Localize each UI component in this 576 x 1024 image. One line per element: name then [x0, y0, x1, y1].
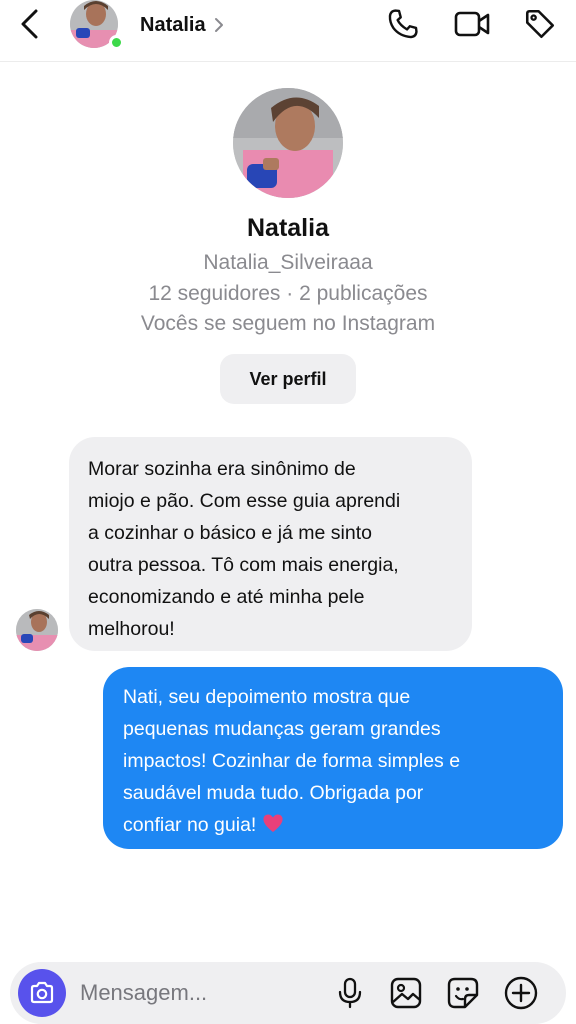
- back-arrow-icon: [21, 9, 38, 39]
- tag-button[interactable]: [521, 5, 559, 43]
- mutual-follow-note: Vocês se seguem no Instagram: [140, 312, 436, 335]
- message-line: a cozinhar o básico e já me sinto: [88, 522, 372, 544]
- message-line: saudável muda tudo. Obrigada por: [123, 782, 424, 804]
- sticker-button[interactable]: [445, 975, 481, 1011]
- gallery-button[interactable]: [388, 975, 424, 1011]
- video-camera-icon: [454, 11, 490, 37]
- phone-icon: [388, 9, 418, 39]
- more-options-button[interactable]: [503, 975, 539, 1011]
- back-button[interactable]: [14, 6, 46, 42]
- message-line: pequenas mudanças geram grandes: [123, 718, 441, 740]
- message-line: Nati, seu depoimento mostra que: [123, 686, 411, 708]
- call-button[interactable]: [384, 5, 422, 43]
- profile-username: Natalia_Silveiraaa: [203, 251, 373, 274]
- message-line: Morar sozinha era sinônimo de: [88, 458, 356, 480]
- gallery-icon: [390, 977, 422, 1009]
- outgoing-message-bubble[interactable]: Nati, seu depoimento mostra que pequenas…: [103, 667, 563, 849]
- contact-name-link[interactable]: Natalia: [140, 10, 224, 40]
- message-line: outra pessoa. Tô com mais energia,: [88, 554, 399, 576]
- view-profile-button[interactable]: Ver perfil: [220, 354, 356, 404]
- profile-avatar[interactable]: [233, 88, 343, 198]
- chat-header: Natalia: [0, 0, 576, 62]
- contact-name: Natalia: [140, 13, 206, 36]
- plus-icon: [504, 976, 538, 1010]
- chevron-right-icon: [214, 17, 224, 33]
- profile-stats: 12 seguidores · 2 publicações: [148, 282, 428, 305]
- sender-avatar[interactable]: [16, 609, 58, 651]
- tag-icon: [525, 9, 555, 39]
- sticker-icon: [447, 977, 479, 1009]
- voice-message-button[interactable]: [332, 975, 368, 1011]
- message-line: impactos! Cozinhar de forma simples e: [123, 750, 461, 772]
- message-line: economizando e até minha pele: [88, 586, 365, 608]
- profile-name: Natalia: [247, 214, 329, 242]
- video-call-button[interactable]: [453, 5, 491, 43]
- camera-icon: [30, 981, 54, 1004]
- message-line: confiar no guia!: [123, 814, 257, 836]
- camera-button[interactable]: [18, 969, 66, 1017]
- message-line: melhorou!: [88, 618, 175, 640]
- online-status-dot: [109, 35, 124, 50]
- message-composer: [10, 962, 566, 1024]
- heart-icon: [262, 811, 284, 843]
- incoming-message-bubble[interactable]: Morar sozinha era sinônimo de miojo e pã…: [69, 437, 472, 651]
- message-line: miojo e pão. Com esse guia aprendi: [88, 490, 401, 512]
- microphone-icon: [338, 977, 362, 1009]
- message-line-last: confiar no guia!: [123, 809, 547, 843]
- message-input[interactable]: [80, 977, 320, 1009]
